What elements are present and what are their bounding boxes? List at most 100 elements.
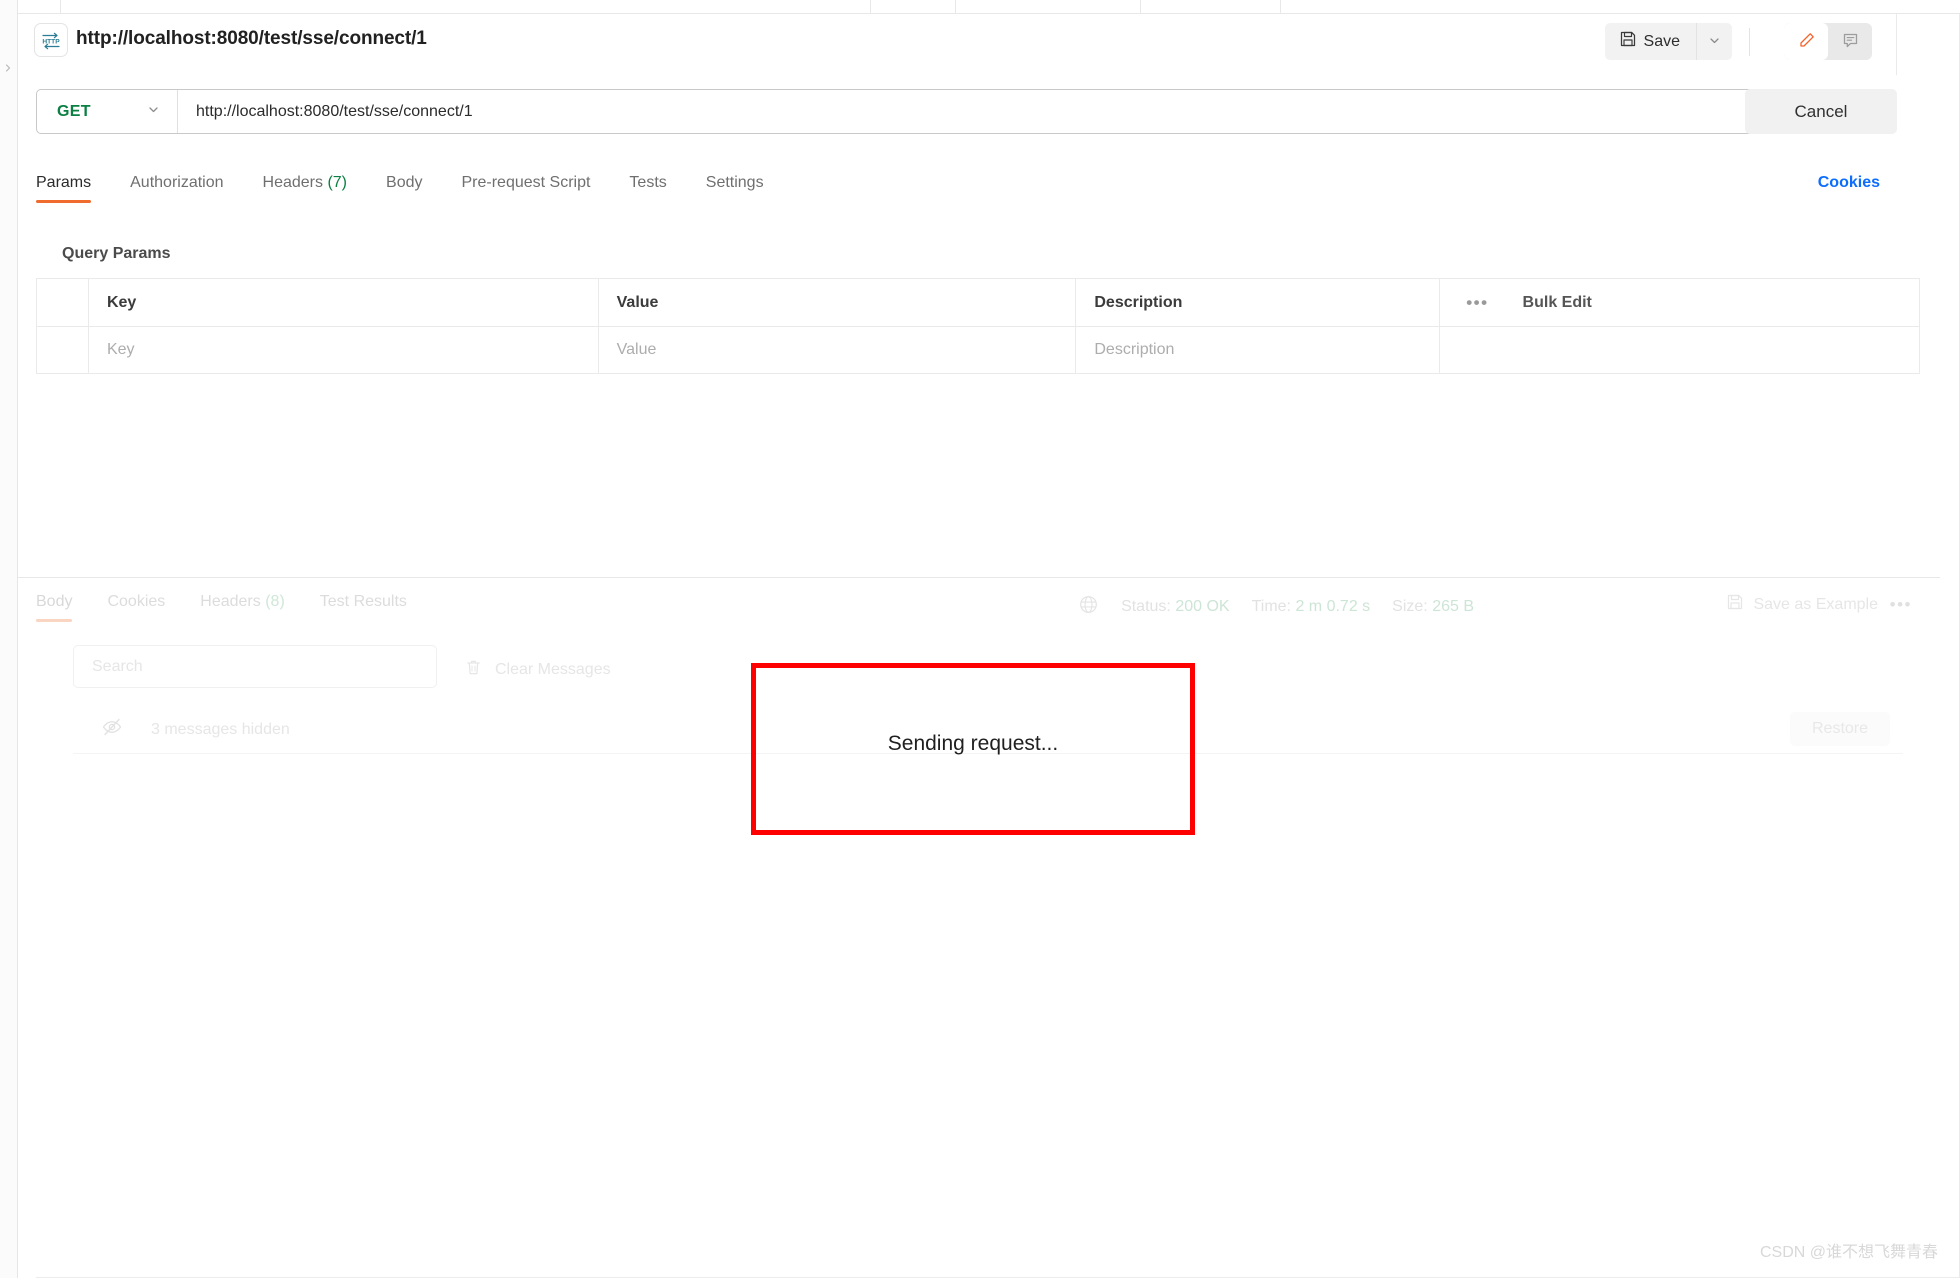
request-header: HTTP http://localhost:8080/test/sse/conn…: [18, 14, 1940, 75]
header-description: Description: [1075, 278, 1441, 327]
tab-count: (7): [327, 174, 348, 191]
pencil-icon: [1797, 31, 1816, 53]
eye-off-icon[interactable]: [101, 716, 123, 743]
comment-icon: [1841, 31, 1860, 53]
http-protocol-icon: HTTP: [34, 23, 68, 57]
tab-settings[interactable]: Settings: [706, 174, 764, 203]
tab-headers[interactable]: Headers (7): [263, 174, 348, 203]
cookies-link[interactable]: Cookies: [1818, 174, 1880, 192]
tab-pre-request-script[interactable]: Pre-request Script: [461, 174, 590, 203]
left-rail: [0, 0, 18, 1278]
response-tab-headers[interactable]: Headers (8): [200, 593, 285, 622]
tab-params[interactable]: Params: [36, 174, 92, 203]
time-group: Time: 2 m 0.72 s: [1252, 598, 1371, 616]
hidden-messages-row: 3 messages hidden: [73, 706, 1903, 754]
tab-edge: [60, 0, 61, 13]
query-params-title: Query Params: [62, 245, 171, 262]
status-group: Status: 200 OK: [1121, 598, 1230, 616]
save-button[interactable]: Save: [1604, 23, 1696, 60]
hidden-messages-label: 3 messages hidden: [151, 720, 290, 738]
header-right-divider: [1896, 14, 1897, 75]
clear-messages-label: Clear Messages: [495, 661, 611, 678]
request-pane: HTTP http://localhost:8080/test/sse/conn…: [18, 14, 1960, 1278]
request-tabs: Params Authorization Headers (7) Body Pr…: [18, 174, 1940, 214]
method-label: GET: [57, 102, 91, 120]
tab-body[interactable]: Body: [386, 174, 422, 203]
save-as-example-button[interactable]: Save as Example: [1726, 593, 1878, 616]
clear-messages-button[interactable]: Clear Messages: [464, 658, 611, 682]
tab-label: Body: [386, 174, 423, 191]
tab-label: Tests: [629, 174, 667, 191]
comments-button[interactable]: [1828, 23, 1872, 60]
svg-text:HTTP: HTTP: [42, 38, 60, 45]
search-input[interactable]: Search: [73, 645, 437, 688]
size-value: 265 B: [1432, 598, 1474, 615]
response-tab-body[interactable]: Body: [36, 593, 73, 622]
header-key: Key: [87, 278, 599, 327]
tab-label: Headers: [200, 593, 261, 610]
tab-label: Pre-request Script: [461, 174, 591, 191]
response-tabs: Body Cookies Headers (8) Test Results: [36, 593, 442, 622]
floppy-disk-icon: [1726, 593, 1744, 616]
view-mode-toggle-group: [1784, 23, 1872, 60]
chevron-down-icon: [1707, 33, 1722, 51]
globe-icon: [1078, 594, 1099, 620]
tab-tests[interactable]: Tests: [629, 174, 666, 203]
save-as-example-label: Save as Example: [1753, 595, 1878, 613]
time-label: Time:: [1251, 598, 1291, 615]
time-value: 2 m 0.72 s: [1295, 598, 1371, 615]
sidebar-collapse-chevron-icon[interactable]: [2, 62, 14, 74]
ellipsis-icon[interactable]: •••: [1466, 293, 1488, 313]
floppy-disk-icon: [1619, 30, 1637, 53]
tab-label: Authorization: [130, 174, 224, 191]
restore-button[interactable]: Restore: [1790, 712, 1890, 746]
response-tab-cookies[interactable]: Cookies: [107, 593, 165, 622]
row-actions-cell: [1439, 326, 1920, 374]
edit-mode-button[interactable]: [1784, 23, 1828, 60]
url-bar: GET: [36, 89, 1776, 134]
response-more-options-button[interactable]: •••: [1890, 595, 1912, 615]
save-button-label: Save: [1643, 32, 1680, 50]
tab-label: Test Results: [319, 593, 407, 610]
tab-label: Body: [36, 593, 73, 610]
chevron-down-icon: [146, 102, 161, 122]
row-description-input[interactable]: Description: [1075, 326, 1441, 374]
tab-strip: [18, 0, 1960, 14]
header-value: Value: [597, 278, 1077, 327]
status-value: 200 OK: [1175, 598, 1230, 615]
query-params-table: Key Value Description ••• Bulk Edit Key …: [36, 278, 1920, 374]
row-value-input[interactable]: Value: [597, 326, 1077, 374]
table-header-row: Key Value Description ••• Bulk Edit: [36, 278, 1920, 327]
tab-authorization[interactable]: Authorization: [130, 174, 223, 203]
header-separator: [1749, 28, 1750, 56]
tab-edge: [1280, 0, 1281, 13]
tab-label: Settings: [705, 174, 764, 191]
save-options-button[interactable]: [1696, 23, 1732, 60]
size-label: Size:: [1392, 598, 1428, 615]
tab-count: (8): [265, 593, 285, 610]
status-label: Status:: [1121, 598, 1171, 615]
response-meta: Status: 200 OK Time: 2 m 0.72 s Size: 26…: [1078, 594, 1474, 620]
response-tab-test-results[interactable]: Test Results: [320, 593, 407, 622]
size-group: Size: 265 B: [1392, 598, 1474, 616]
save-button-group: Save: [1604, 23, 1732, 60]
bulk-edit-button[interactable]: Bulk Edit: [1523, 294, 1592, 312]
watermark: CSDN @谁不想飞舞青春: [1759, 1244, 1938, 1261]
header-select-all-cell: [36, 278, 89, 327]
cancel-button[interactable]: Cancel: [1745, 89, 1897, 134]
url-input[interactable]: [178, 90, 1775, 133]
header-actions-cell: ••• Bulk Edit: [1439, 278, 1920, 327]
response-pane: Body Cookies Headers (8) Test Results St…: [18, 578, 1940, 1278]
row-checkbox-cell[interactable]: [36, 326, 89, 374]
postman-request-window: HTTP http://localhost:8080/test/sse/conn…: [0, 0, 1960, 1278]
tab-edge: [955, 0, 956, 13]
trash-icon: [464, 658, 483, 682]
request-title: http://localhost:8080/test/sse/connect/1: [76, 28, 427, 49]
method-selector[interactable]: GET: [37, 90, 177, 133]
tab-label: Cookies: [107, 593, 166, 610]
tab-edge: [1140, 0, 1141, 13]
tab-edge: [870, 0, 871, 13]
table-row: Key Value Description: [36, 326, 1920, 374]
row-key-input[interactable]: Key: [87, 326, 599, 374]
tab-label: Params: [36, 174, 92, 191]
